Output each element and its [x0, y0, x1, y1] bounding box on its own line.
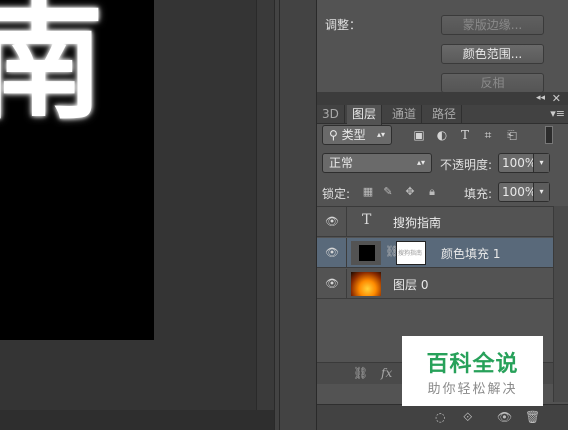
- layer-row-pixel[interactable]: 👁︎ 图层 0: [317, 269, 553, 299]
- fx-icon[interactable]: fx: [381, 366, 392, 380]
- updown-arrow-icon: ▴▾: [416, 158, 425, 167]
- layer-row-text[interactable]: 👁︎ T 搜狗指南: [317, 207, 553, 237]
- adjustment-filter-icon[interactable]: ◐: [435, 128, 449, 142]
- eye-icon[interactable]: 👁︎: [325, 277, 339, 291]
- filter-toggle[interactable]: [545, 126, 553, 144]
- document-canvas[interactable]: 南: [0, 0, 154, 340]
- fill-field[interactable]: 100% ▾: [498, 182, 550, 202]
- layer-name[interactable]: 颜色填充 1: [441, 245, 500, 262]
- layers-scrollbar[interactable]: [553, 206, 568, 402]
- layer-name[interactable]: 搜狗指南: [393, 214, 441, 231]
- lock-transparent-icon[interactable]: ▦: [361, 185, 375, 199]
- mask-text: 搜狗指南: [398, 250, 423, 257]
- panel-footer: ◌ ⟐ 👁︎ 🗑︎: [317, 404, 568, 430]
- panel-menu-icon[interactable]: ▾≡: [550, 107, 565, 120]
- pixel-filter-icon[interactable]: ▣: [412, 128, 426, 142]
- color-range-button[interactable]: 颜色范围...: [441, 44, 544, 64]
- link-icon[interactable]: ⛓: [353, 366, 368, 380]
- canvas-glyph: 南: [0, 0, 105, 137]
- panel-dock-gutter: [274, 0, 316, 430]
- fill-value: 100%: [502, 185, 537, 199]
- properties-panel: 调整： 蒙版边缘... 颜色范围... 反相: [316, 0, 568, 93]
- tab-layers[interactable]: 图层: [347, 105, 383, 125]
- lock-brush-icon[interactable]: ✎: [381, 185, 395, 199]
- layer-row-fill[interactable]: 👁︎ ⛓ 搜狗指南 颜色填充 1: [317, 238, 553, 268]
- eye-icon[interactable]: 👁︎: [325, 246, 339, 260]
- eye-icon[interactable]: 👁︎: [325, 215, 339, 229]
- type-filter-icon[interactable]: T: [458, 128, 472, 142]
- canvas-bottom-bar: [0, 410, 274, 430]
- shape-filter-icon[interactable]: ⌗: [481, 128, 495, 142]
- chevron-down-icon[interactable]: ▾: [533, 154, 549, 172]
- lock-label: 锁定:: [322, 187, 351, 201]
- trash-icon[interactable]: 🗑︎: [525, 410, 540, 424]
- layer-list: 👁︎ T 搜狗指南 👁︎ ⛓ 搜狗指南 颜色填充 1 👁︎ 图层 0: [317, 206, 553, 356]
- lock-move-icon[interactable]: ✥: [403, 185, 417, 199]
- smart-object-filter-icon[interactable]: ⎗: [505, 128, 519, 142]
- tab-3d[interactable]: 3D: [317, 105, 345, 124]
- watermark-logo: 百科全说 助你轻松解决: [402, 336, 543, 406]
- canvas-workspace[interactable]: 南: [0, 0, 274, 430]
- opacity-value: 100%: [502, 156, 537, 170]
- text-layer-icon: T: [362, 212, 372, 228]
- filter-kind-value: 类型: [341, 128, 366, 142]
- invert-button[interactable]: 反相: [441, 73, 544, 93]
- fill-thumbnail[interactable]: [351, 241, 381, 265]
- panel-title-bar: ◂◂ ✕: [317, 92, 568, 105]
- search-icon: ⚲: [329, 128, 342, 142]
- close-icon[interactable]: ✕: [552, 92, 561, 105]
- canvas-vertical-scrollbar[interactable]: [256, 0, 274, 410]
- adjust-label: 调整：: [325, 18, 362, 32]
- mask-thumbnail[interactable]: 搜狗指南: [396, 241, 426, 265]
- updown-arrow-icon: ▴▾: [376, 130, 385, 139]
- tab-channels[interactable]: 通道: [387, 105, 423, 124]
- dotted-circle-icon[interactable]: ◌: [435, 410, 445, 424]
- layer-name[interactable]: 图层 0: [393, 276, 428, 293]
- eye-icon[interactable]: 👁︎: [497, 410, 512, 424]
- watermark-subtitle: 助你轻松解决: [427, 382, 518, 397]
- tab-paths[interactable]: 路径: [427, 105, 463, 124]
- filter-kind-select[interactable]: ⚲ 类型 ▴▾: [322, 125, 392, 145]
- panel-tabs: 3D 图层 通道 路径 ▾≡: [317, 105, 568, 125]
- mask-edge-button[interactable]: 蒙版边缘...: [441, 15, 544, 35]
- lock-all-icon[interactable]: 🔒︎: [425, 185, 439, 199]
- fill-label: 填充:: [464, 187, 493, 201]
- fire-thumbnail[interactable]: [351, 272, 381, 296]
- watermark-title: 百科全说: [426, 352, 519, 377]
- chevron-down-icon[interactable]: ▾: [533, 183, 549, 201]
- diamond-icon[interactable]: ⟐: [463, 410, 472, 425]
- opacity-field[interactable]: 100% ▾: [498, 153, 550, 173]
- collapse-icon[interactable]: ◂◂: [536, 93, 545, 103]
- blend-mode-select[interactable]: 正常 ▴▾: [322, 153, 432, 173]
- opacity-label: 不透明度:: [440, 158, 493, 172]
- blend-mode-value: 正常: [329, 156, 354, 170]
